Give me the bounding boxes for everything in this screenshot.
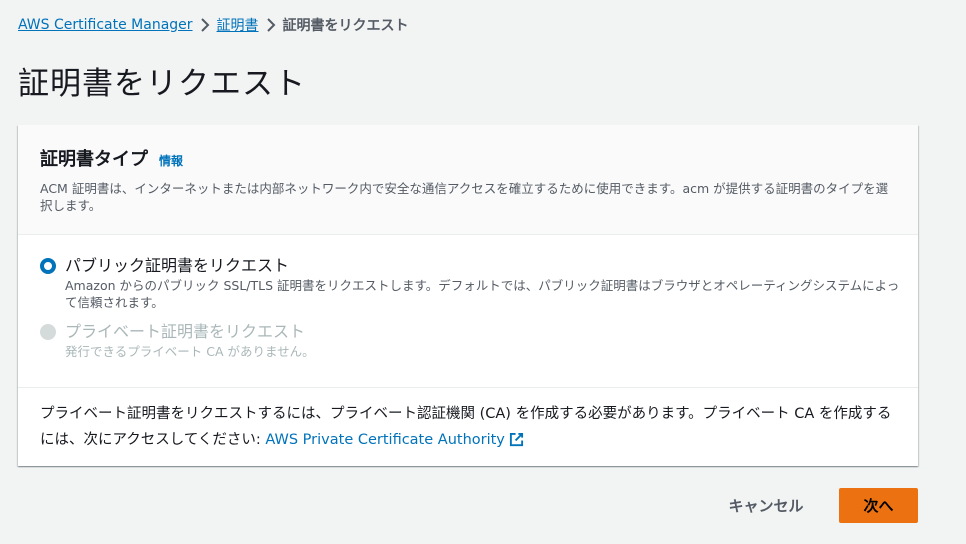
option-public-certificate[interactable]: パブリック証明書をリクエスト Amazon からのパブリック SSL/TLS 証… bbox=[40, 255, 899, 311]
private-ca-link-label[interactable]: AWS Private Certificate Authority bbox=[265, 432, 504, 448]
certificate-type-panel: 証明書タイプ 情報 ACM 証明書は、インターネットまたは内部ネットワーク内で安… bbox=[18, 125, 918, 466]
panel-heading: 証明書タイプ 情報 bbox=[40, 145, 896, 171]
chevron-right-icon bbox=[193, 18, 217, 32]
private-ca-note: プライベート証明書をリクエストするには、プライベート認証機関 (CA) を作成す… bbox=[18, 388, 918, 456]
radio-private-certificate bbox=[40, 324, 56, 340]
external-link-icon[interactable] bbox=[509, 430, 524, 456]
option-private-label: プライベート証明書をリクエスト bbox=[65, 322, 306, 341]
panel-title: 証明書タイプ bbox=[40, 149, 148, 170]
breadcrumb: AWS Certificate Manager 証明書 証明書をリクエスト bbox=[18, 14, 409, 36]
info-link[interactable]: 情報 bbox=[159, 152, 183, 169]
breadcrumb-current: 証明書をリクエスト bbox=[282, 18, 409, 34]
panel-description: ACM 証明書は、インターネットまたは内部ネットワーク内で安全な通信アクセスを確… bbox=[40, 181, 889, 213]
next-button[interactable]: 次へ bbox=[839, 488, 918, 523]
certificate-type-options: パブリック証明書をリクエスト Amazon からのパブリック SSL/TLS 証… bbox=[18, 235, 918, 388]
option-public-text: パブリック証明書をリクエスト Amazon からのパブリック SSL/TLS 証… bbox=[65, 255, 900, 311]
cancel-button[interactable]: キャンセル bbox=[712, 488, 820, 523]
option-private-text: プライベート証明書をリクエスト 発行できるプライベート CA がありません。 bbox=[65, 321, 900, 360]
option-private-description: 発行できるプライベート CA がありません。 bbox=[65, 344, 315, 359]
option-public-description: Amazon からのパブリック SSL/TLS 証明書をリクエストします。デフォ… bbox=[65, 278, 900, 310]
private-ca-link[interactable]: AWS Private Certificate Authority bbox=[265, 432, 523, 448]
chevron-right-icon bbox=[259, 18, 283, 32]
breadcrumb-certificates-link[interactable]: 証明書 bbox=[217, 15, 259, 35]
page-title: 証明書をリクエスト bbox=[18, 66, 306, 102]
option-public-label: パブリック証明書をリクエスト bbox=[65, 256, 290, 275]
radio-public-certificate[interactable] bbox=[40, 258, 56, 274]
breadcrumb-acm-link[interactable]: AWS Certificate Manager bbox=[18, 17, 193, 33]
option-private-certificate: プライベート証明書をリクエスト 発行できるプライベート CA がありません。 bbox=[40, 321, 896, 360]
panel-header: 証明書タイプ 情報 ACM 証明書は、インターネットまたは内部ネットワーク内で安… bbox=[18, 125, 918, 235]
